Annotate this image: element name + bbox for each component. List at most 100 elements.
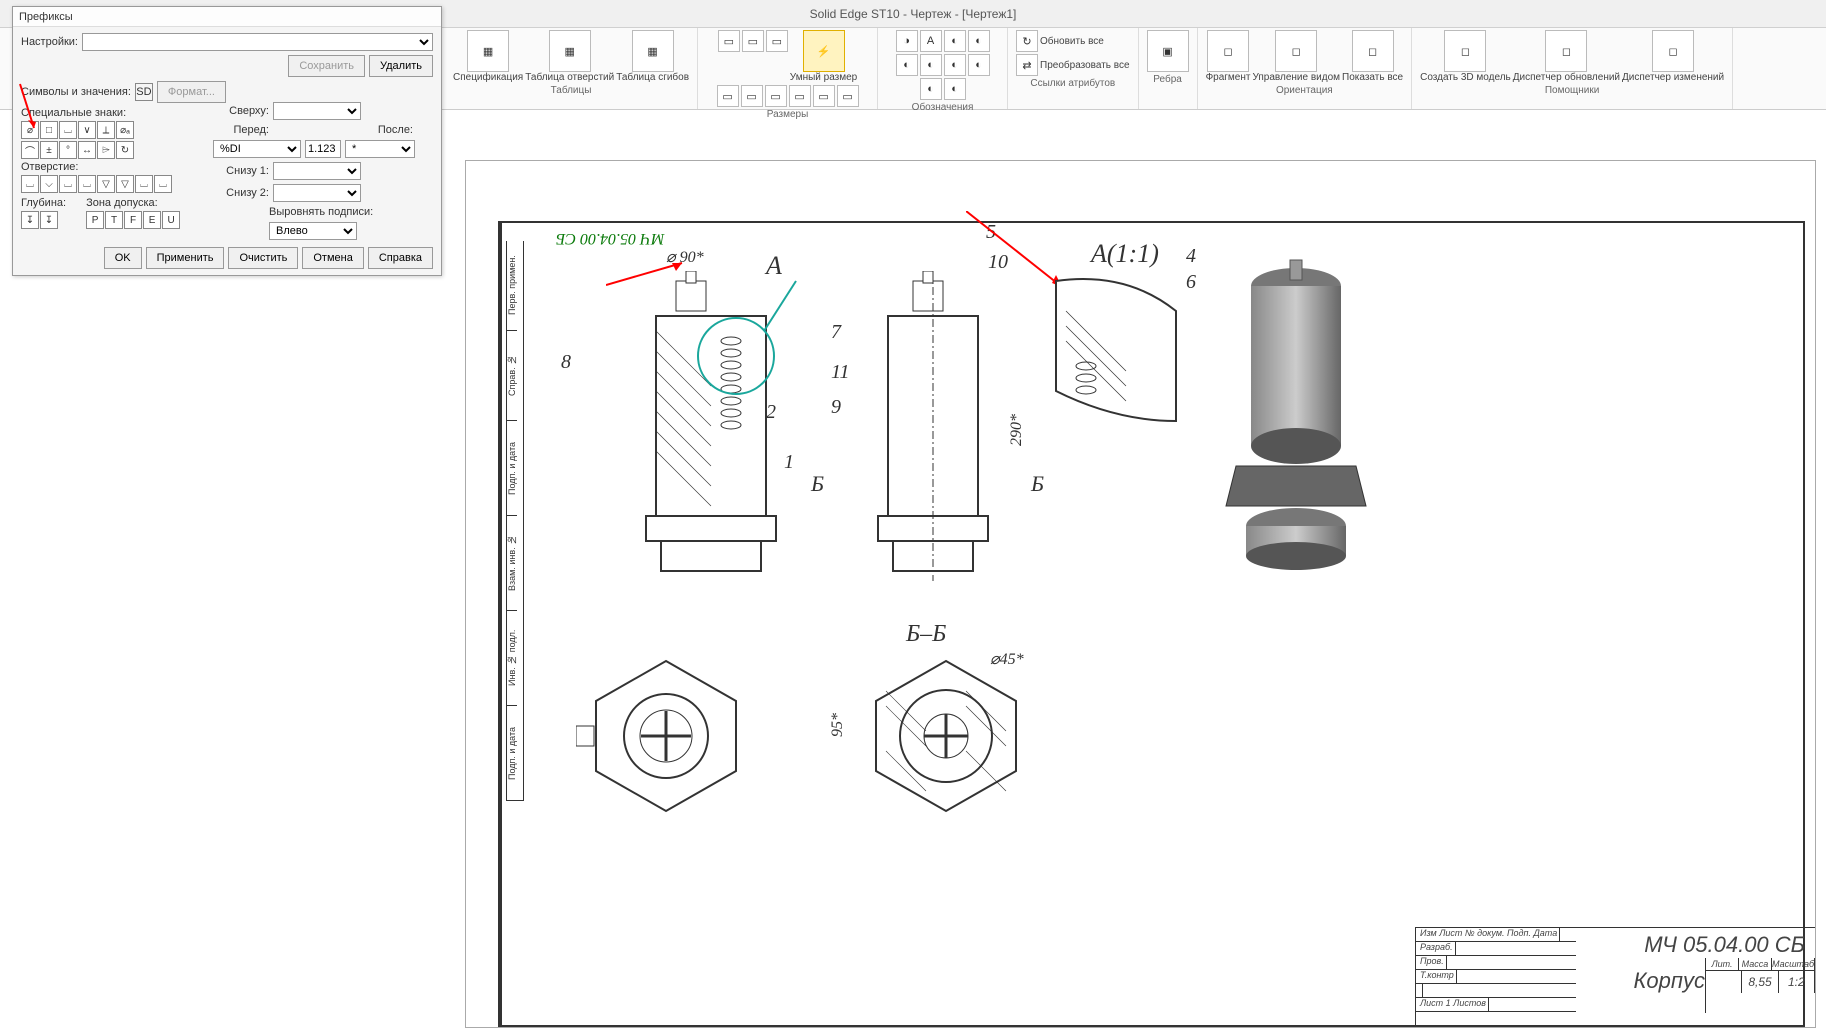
hole-sym[interactable]: ⌵ [40, 175, 58, 193]
format-button[interactable]: Формат... [157, 81, 226, 103]
help-button[interactable]: Справка [368, 247, 433, 269]
btn-3d[interactable]: ◻ [1444, 30, 1486, 72]
co-4: 4 [1186, 245, 1196, 268]
rb[interactable]: ◐ [944, 54, 966, 76]
rotated-dwgnum: МЧ 05.04.00 СБ [556, 229, 664, 247]
rb[interactable]: ▭ [718, 30, 740, 52]
sym-deg[interactable]: ° [59, 141, 77, 159]
settings-select[interactable] [82, 33, 433, 51]
rb[interactable]: ◑ [896, 30, 918, 52]
hole-sym[interactable]: ▽ [97, 175, 115, 193]
sym-cs[interactable]: ∨ [78, 121, 96, 139]
rb[interactable]: ▭ [766, 30, 788, 52]
sym-perp[interactable]: ⟂ [97, 121, 115, 139]
ribbon-group-tables: ▦Спецификация ▦Таблица отверстий ▦Таблиц… [445, 28, 698, 109]
rb[interactable]: ◐ [968, 30, 990, 52]
co-7: 7 [831, 321, 841, 344]
tol-sym[interactable]: T [105, 211, 123, 229]
sym-rot[interactable]: ↻ [116, 141, 134, 159]
rb[interactable]: ▭ [741, 85, 763, 107]
btn-spec[interactable]: ▦ [467, 30, 509, 72]
clear-button[interactable]: Очистить [228, 247, 298, 269]
tol-sym[interactable]: F [124, 211, 142, 229]
rb[interactable]: ⇄ [1016, 54, 1038, 76]
view-detail-a [1046, 271, 1186, 431]
co-8: 8 [561, 351, 571, 374]
hole-sym[interactable]: ⌴ [135, 175, 153, 193]
hole-sym[interactable]: ⌴ [21, 175, 39, 193]
sym-pm[interactable]: ± [40, 141, 58, 159]
rb[interactable]: ◐ [968, 54, 990, 76]
below2-select[interactable] [273, 184, 361, 202]
rb[interactable]: ▣ [1147, 30, 1189, 72]
settings-label: Настройки: [21, 36, 78, 48]
hole-sym[interactable]: ⌴ [59, 175, 77, 193]
rb[interactable]: A [920, 30, 942, 52]
btn-chg[interactable]: ◻ [1652, 30, 1694, 72]
dim-95: 95* [829, 713, 847, 737]
prefix-dialog: Префиксы Настройки: Сохранить Удалить Си… [12, 6, 442, 276]
align-select[interactable]: Влево [269, 222, 357, 240]
ribbon-group-edges: ▣ Ребра [1139, 28, 1198, 109]
view-hex-top [576, 651, 756, 821]
ok-button[interactable]: OK [104, 247, 142, 269]
apply-button[interactable]: Применить [146, 247, 225, 269]
save-button[interactable]: Сохранить [288, 55, 365, 77]
rb[interactable]: ◐ [920, 54, 942, 76]
sym-dia2[interactable]: ⌀ₐ [116, 121, 134, 139]
ribbon-group-attrs: ↻Обновить все ⇄Преобразовать все Ссылки … [1008, 28, 1139, 109]
rb[interactable]: ◐ [944, 30, 966, 52]
tb-right: Лит.МассаМасштаб 8,551:2 [1705, 958, 1815, 1013]
cancel-button[interactable]: Отмена [302, 247, 363, 269]
btn-frag[interactable]: ◻ [1207, 30, 1249, 72]
rb[interactable]: ▭ [837, 85, 859, 107]
app-title: Solid Edge ST10 - Чертеж - [Чертеж1] [810, 7, 1017, 21]
delete-button[interactable]: Удалить [369, 55, 433, 77]
hole-sym[interactable]: ▽ [116, 175, 134, 193]
btn-smartdim[interactable]: ⚡ [803, 30, 845, 72]
sym-sq[interactable]: □ [40, 121, 58, 139]
rb[interactable]: ▭ [717, 85, 739, 107]
hole-sym[interactable]: ⌴ [154, 175, 172, 193]
sym-lr[interactable]: ↔ [78, 141, 96, 159]
sect-bb: Б–Б [906, 621, 946, 648]
dialog-title: Префиксы [13, 7, 441, 27]
titleblock: МЧ 05.04.00 СБ Корпус Изм Лист № докум. … [1415, 927, 1815, 1027]
sd-icon[interactable]: SD [135, 83, 153, 101]
rb[interactable]: ◐ [920, 78, 942, 100]
btn-bend[interactable]: ▦ [632, 30, 674, 72]
after-select[interactable]: * [345, 140, 415, 158]
rb[interactable]: ▭ [742, 30, 764, 52]
drawing-canvas[interactable]: МЧ 05.04.00 СБ ⌀ 90* А А(1:1) 5 10 4 6 7… [465, 160, 1816, 1028]
sym-arc[interactable]: ⌒ [21, 141, 39, 159]
rb[interactable]: ▭ [765, 85, 787, 107]
below1-select[interactable] [273, 162, 361, 180]
ribbon-group-annot: ◑A ◐◐ ◐◐ ◐◐ ◐◐ Обозначения [878, 28, 1008, 109]
tol-sym[interactable]: E [143, 211, 161, 229]
btn-holes[interactable]: ▦ [549, 30, 591, 72]
ribbon-group-orient: ◻Фрагмент ◻Управление видом ◻Показать вс… [1198, 28, 1413, 109]
dialog-right-col: Сверху: Перед: После: %DI * Снизу 1: Сни… [213, 102, 433, 244]
before-select[interactable]: %DI [213, 140, 301, 158]
tb-name: Корпус [1633, 968, 1705, 994]
sym-cone[interactable]: ⌲ [97, 141, 115, 159]
hole-sym[interactable]: ⌴ [78, 175, 96, 193]
btn-view[interactable]: ◻ [1275, 30, 1317, 72]
btn-show[interactable]: ◻ [1352, 30, 1394, 72]
tol-sym[interactable]: P [86, 211, 104, 229]
depth-sym[interactable]: ↧ [40, 211, 58, 229]
rb[interactable]: ◐ [896, 54, 918, 76]
rb[interactable]: ↻ [1016, 30, 1038, 52]
depth-sym[interactable]: ↧ [21, 211, 39, 229]
rb[interactable]: ▭ [813, 85, 835, 107]
depth-label: Глубина: [21, 197, 66, 209]
num-input[interactable] [305, 140, 341, 158]
rb[interactable]: ▭ [789, 85, 811, 107]
side-label-strip: Перв. примен. Справ. № Подп. и дата Взам… [506, 241, 524, 801]
btn-upd[interactable]: ◻ [1545, 30, 1587, 72]
top-select[interactable] [273, 102, 361, 120]
tb-left-cells: Изм Лист № докум. Подп. Дата Разраб. Про… [1416, 928, 1576, 1027]
sym-cb[interactable]: ⌴ [59, 121, 77, 139]
rb[interactable]: ◐ [944, 78, 966, 100]
tol-sym[interactable]: U [162, 211, 180, 229]
